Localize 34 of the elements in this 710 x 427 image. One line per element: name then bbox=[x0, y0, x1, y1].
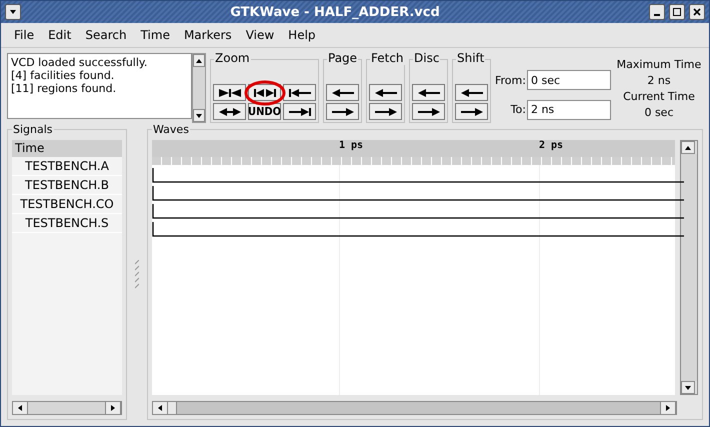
signal-item[interactable]: TESTBENCH.CO bbox=[12, 195, 122, 214]
group-label: Page bbox=[327, 51, 358, 65]
current-time-label: Current Time bbox=[623, 89, 695, 105]
max-time-label: Maximum Time bbox=[616, 57, 702, 73]
menu-item[interactable]: View bbox=[238, 28, 282, 42]
time-tick-label: 1 ps bbox=[339, 140, 364, 151]
group-label: Fetch bbox=[370, 51, 405, 65]
group-label: Disc bbox=[413, 51, 440, 65]
group-label: Zoom bbox=[214, 51, 251, 65]
current-time-value: 0 sec bbox=[644, 105, 674, 121]
menu-item[interactable]: Help bbox=[281, 28, 323, 42]
signal-item[interactable]: TESTBENCH.B bbox=[12, 176, 122, 195]
signal-item[interactable]: TESTBENCH.A bbox=[12, 157, 122, 176]
panel-title: Signals bbox=[12, 123, 54, 136]
from-field[interactable]: 0 sec bbox=[526, 70, 611, 90]
from-label: From: bbox=[495, 74, 526, 87]
window-title: GTKWave - HALF_ADDER.vcd bbox=[229, 4, 441, 20]
menu-item[interactable]: Search bbox=[78, 28, 134, 42]
group-label: Shift bbox=[456, 51, 486, 65]
panel-title: Waves bbox=[152, 123, 190, 136]
max-time-value: 2 ns bbox=[647, 73, 671, 89]
undo-button[interactable]: UNDO bbox=[248, 103, 281, 120]
signal-item[interactable]: TESTBENCH.S bbox=[12, 214, 122, 233]
to-label: To: bbox=[510, 103, 526, 116]
menu-item[interactable]: Time bbox=[134, 28, 177, 42]
log-line: VCD loaded successfully. bbox=[11, 56, 148, 69]
time-tick-label: 2 ps bbox=[539, 140, 564, 151]
log-line: [4] facilities found. bbox=[11, 69, 116, 82]
to-field[interactable]: 2 ns bbox=[526, 100, 611, 120]
log-line: [11] regions found. bbox=[11, 82, 118, 95]
menu-item[interactable]: File bbox=[7, 28, 42, 42]
menu-item[interactable]: Edit bbox=[41, 28, 78, 42]
signal-list-header: Time bbox=[12, 140, 122, 157]
menu-item[interactable]: Markers bbox=[176, 28, 239, 42]
